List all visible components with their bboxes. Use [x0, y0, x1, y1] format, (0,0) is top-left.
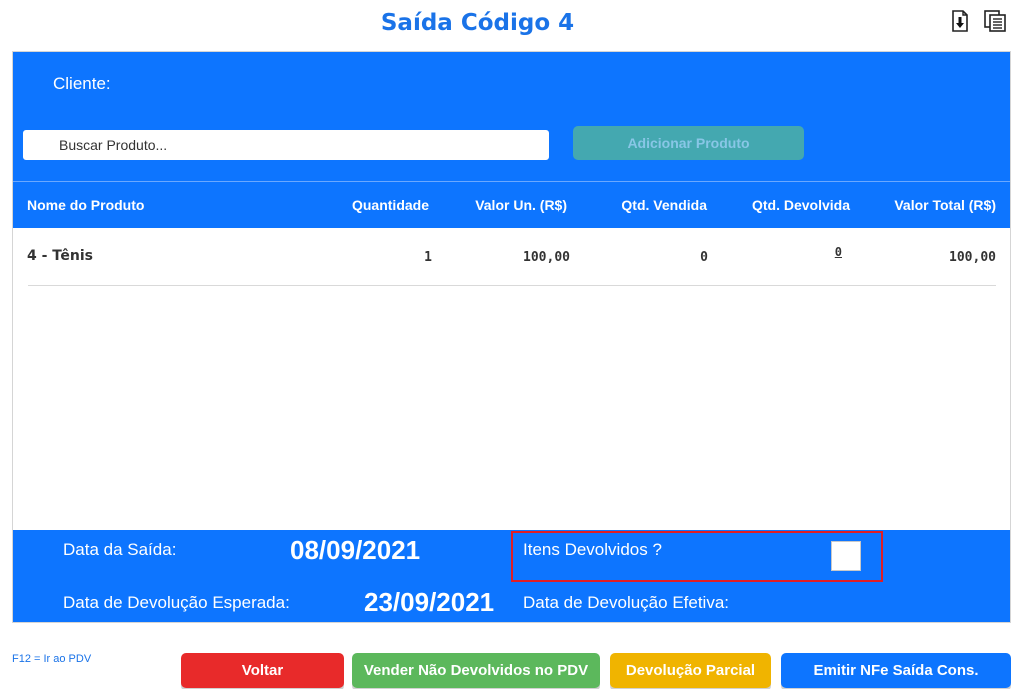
cell-quantidade: 1	[424, 250, 432, 265]
emitir-nfe-button[interactable]: Emitir NFe Saída Cons.	[781, 653, 1011, 688]
column-header-qtd-devolvida: Qtd. Devolvida	[751, 197, 850, 213]
panel-header: Cliente: Adicionar Produto	[13, 52, 1010, 181]
itens-devolvidos-label: Itens Devolvidos ?	[523, 540, 662, 559]
data-saida-value: 08/09/2021	[290, 535, 421, 565]
data-devolucao-esperada-value: 23/09/2021	[364, 587, 495, 617]
table-row: 4 - Tênis 1 100,00 0 0 100,00	[13, 228, 1010, 286]
data-saida-label: Data da Saída:	[63, 540, 177, 559]
column-header-quantidade: Quantidade	[351, 197, 429, 213]
search-product-input[interactable]	[23, 130, 549, 160]
row-divider	[28, 285, 996, 286]
column-header-valor-un: Valor Un. (R$)	[475, 197, 567, 213]
panel-footer: Data da Saída: 08/09/2021 Itens Devolvid…	[13, 530, 1010, 622]
sale-panel: Cliente: Adicionar Produto Nome do Produ…	[12, 51, 1011, 623]
add-product-button[interactable]: Adicionar Produto	[573, 126, 804, 160]
devolucao-parcial-button[interactable]: Devolução Parcial	[610, 653, 771, 688]
column-header-qtd-vendida: Qtd. Vendida	[621, 197, 707, 213]
shortcut-hint: F12 = Ir ao PDV	[12, 653, 92, 665]
copy-icon[interactable]	[983, 9, 1007, 33]
page-title: Saída Código 4	[380, 10, 575, 36]
cell-nome: 4 - Tênis	[27, 248, 93, 264]
cell-qtd-devolvida-link[interactable]: 0	[835, 245, 842, 259]
data-devolucao-efetiva-label: Data de Devolução Efetiva:	[523, 593, 730, 612]
itens-devolvidos-checkbox[interactable]	[831, 541, 861, 571]
cell-qtd-vendida: 0	[700, 250, 708, 265]
cell-valor-total: 100,00	[949, 250, 996, 265]
cliente-label: Cliente:	[53, 74, 111, 93]
cell-valor-un: 100,00	[523, 250, 570, 265]
column-header-nome: Nome do Produto	[27, 197, 145, 213]
column-header-valor-total: Valor Total (R$)	[894, 197, 996, 213]
table-header: Nome do Produto Quantidade Valor Un. (R$…	[13, 181, 1010, 228]
voltar-button[interactable]: Voltar	[181, 653, 344, 688]
data-devolucao-esperada-label: Data de Devolução Esperada:	[63, 593, 290, 612]
download-icon[interactable]	[948, 9, 972, 33]
vender-pdv-button[interactable]: Vender Não Devolvidos no PDV	[352, 653, 600, 688]
